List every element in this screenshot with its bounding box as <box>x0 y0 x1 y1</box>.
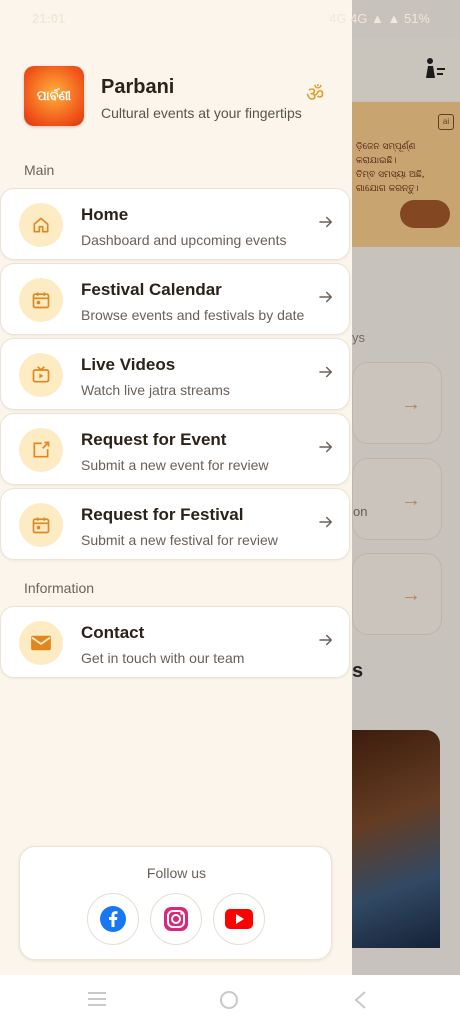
calendar-icon <box>19 278 63 322</box>
drawer-item-request-event[interactable]: Request for Event Submit a new event for… <box>0 413 350 485</box>
app-logo: ପାର୍ବଣୀ <box>24 66 84 126</box>
section-label-main: Main <box>24 162 55 178</box>
facebook-icon <box>100 906 126 932</box>
back-icon[interactable] <box>353 991 367 1009</box>
drawer-item-title: Home <box>81 205 129 224</box>
drawer-item-request-festival[interactable]: Request for Festival Submit a new festiv… <box>0 488 350 560</box>
drawer-item-contact[interactable]: Contact Get in touch with our team <box>0 606 350 678</box>
scrim-overlay[interactable] <box>352 0 460 975</box>
arrow-right-icon <box>319 291 332 303</box>
app-tagline: Cultural events at your fingertips <box>101 105 302 121</box>
app-name: Parbani <box>101 76 175 98</box>
om-icon: ॐ <box>306 84 325 106</box>
youtube-icon <box>225 909 253 929</box>
drawer-header: ପାର୍ବଣୀ Parbani Cultural events at your … <box>0 38 352 148</box>
arrow-right-icon <box>319 634 332 646</box>
drawer-item-subtitle: Dashboard and upcoming events <box>81 232 287 248</box>
home-icon <box>19 203 63 247</box>
calendar-icon <box>19 503 63 547</box>
arrow-right-icon <box>319 366 332 378</box>
arrow-right-icon <box>319 216 332 228</box>
drawer-item-title: Live Videos <box>81 355 176 374</box>
section-label-information: Information <box>24 580 95 596</box>
drawer-item-home[interactable]: Home Dashboard and upcoming events <box>0 188 350 260</box>
instagram-icon <box>164 907 188 931</box>
drawer-item-title: Request for Festival <box>81 505 244 524</box>
status-bar: 21:01 4G 4G ▲ ▲ 51% <box>0 0 460 38</box>
status-time: 21:01 <box>32 11 66 26</box>
follow-us-title: Follow us <box>146 865 207 881</box>
mail-icon <box>19 621 63 665</box>
live-tv-icon <box>19 353 63 397</box>
drawer-item-live-videos[interactable]: Live Videos Watch live jatra streams <box>0 338 350 410</box>
drawer-item-title: Festival Calendar <box>81 280 222 299</box>
navigation-drawer: ପାର୍ବଣୀ Parbani Cultural events at your … <box>0 0 352 975</box>
drawer-item-title: Contact <box>81 623 145 642</box>
instagram-button[interactable] <box>150 893 202 945</box>
system-nav-bar <box>0 975 460 1024</box>
arrow-right-icon <box>319 441 332 453</box>
share-box-icon <box>19 428 63 472</box>
drawer-item-subtitle: Browse events and festivals by date <box>81 307 305 323</box>
app-logo-text: ପାର୍ବଣୀ <box>36 88 72 104</box>
status-indicators: 4G 4G ▲ ▲ 51% <box>329 11 430 26</box>
drawer-item-subtitle: Get in touch with our team <box>81 650 245 666</box>
arrow-right-icon <box>319 516 332 528</box>
follow-us-card: Follow us <box>19 846 332 960</box>
drawer-item-subtitle: Submit a new festival for review <box>81 532 278 548</box>
drawer-item-title: Request for Event <box>81 430 227 449</box>
drawer-item-subtitle: Submit a new event for review <box>81 457 269 473</box>
facebook-button[interactable] <box>87 893 139 945</box>
drawer-item-subtitle: Watch live jatra streams <box>81 382 230 398</box>
youtube-button[interactable] <box>213 893 265 945</box>
drawer-item-festival-calendar[interactable]: Festival Calendar Browse events and fest… <box>0 263 350 335</box>
home-nav-icon[interactable] <box>219 990 239 1010</box>
recent-apps-icon[interactable] <box>87 991 107 1007</box>
